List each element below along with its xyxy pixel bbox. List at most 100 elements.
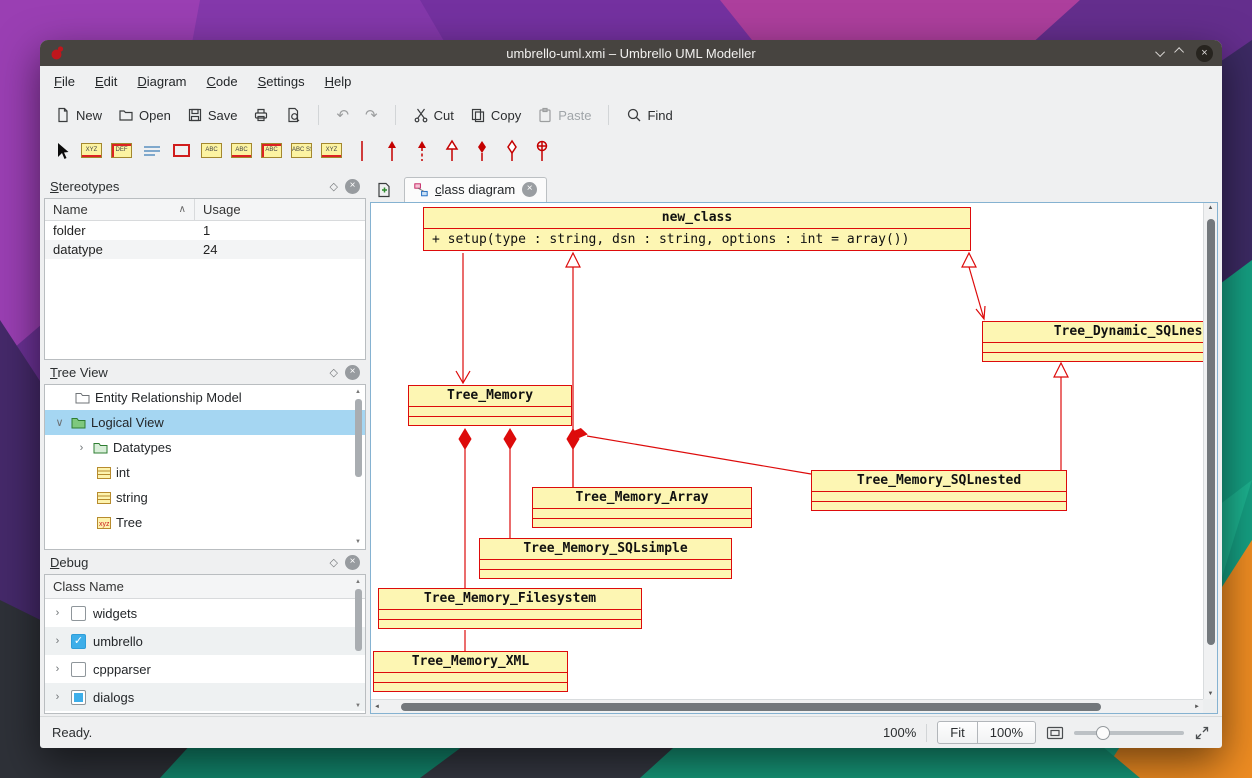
checkbox-partial[interactable]	[71, 690, 86, 705]
tree-item-entity-relationship-model[interactable]: Entity Relationship Model	[45, 385, 365, 410]
float-panel-icon[interactable]: ◇	[330, 180, 338, 193]
expand-icon[interactable]	[1194, 725, 1210, 741]
text-tool[interactable]: ABC	[200, 139, 223, 163]
tree-view-panel-header[interactable]: Tree View ◇ ×	[44, 360, 366, 384]
debug-scrollbar[interactable]: ▲ ▼	[352, 577, 364, 711]
scroll-down-icon[interactable]: ▼	[352, 537, 364, 547]
zoom-slider[interactable]	[1074, 725, 1184, 741]
scrollbar-thumb[interactable]	[401, 703, 1101, 711]
class-box-tree-memory-filesystem[interactable]: Tree_Memory_Filesystem	[378, 588, 642, 629]
class-box-tree-memory-xml[interactable]: Tree_Memory_XML	[373, 651, 568, 692]
tab-close-icon[interactable]: ×	[522, 182, 537, 197]
class-box-tree-memory[interactable]: Tree_Memory	[408, 385, 572, 426]
copy-button[interactable]: Copy	[463, 103, 528, 127]
save-button[interactable]: Save	[180, 103, 245, 127]
open-button[interactable]: Open	[111, 103, 178, 127]
menu-code[interactable]: Code	[199, 71, 246, 94]
debug-item-widgets[interactable]: › widgets	[45, 599, 365, 627]
class-tool[interactable]: XYZ	[80, 139, 103, 163]
class-box-new-class[interactable]: new_class + setup(type : string, dsn : s…	[423, 207, 971, 251]
new-tab-button[interactable]	[372, 178, 396, 201]
table-row[interactable]: folder 1	[45, 221, 365, 240]
class-box-tree-memory-sqlnested[interactable]: Tree_Memory_SQLnested	[811, 470, 1067, 511]
fit-page-icon[interactable]	[1046, 725, 1064, 741]
aggregation-tool[interactable]	[500, 139, 523, 163]
scroll-up-icon[interactable]: ▲	[352, 577, 364, 587]
tree-item-logical-view[interactable]: ∨ Logical View	[45, 410, 365, 435]
class-box-tree-memory-sqlsimple[interactable]: Tree_Memory_SQLsimple	[479, 538, 732, 579]
find-button[interactable]: Find	[619, 103, 679, 127]
object-tool[interactable]: DEF	[110, 139, 133, 163]
tab-class-diagram[interactable]: class diagram ×	[404, 177, 547, 202]
fit-button[interactable]: Fit	[937, 721, 977, 744]
expander-closed-icon[interactable]: ›	[51, 635, 64, 647]
menu-file[interactable]: File	[46, 71, 83, 94]
tree-item-tree[interactable]: xyz Tree	[45, 510, 365, 535]
debug-panel-header[interactable]: Debug ◇ ×	[44, 550, 366, 574]
menu-diagram[interactable]: Diagram	[129, 71, 194, 94]
scrollbar-thumb[interactable]	[355, 589, 362, 651]
table-row[interactable]: datatype 24	[45, 240, 365, 259]
column-header-name[interactable]: Name ∧	[45, 199, 195, 220]
generalization-tool[interactable]	[440, 139, 463, 163]
app-icon[interactable]	[49, 45, 65, 61]
print-preview-button[interactable]	[278, 103, 308, 127]
class-box-tree-memory-array[interactable]: Tree_Memory_Array	[532, 487, 752, 528]
tree-item-string[interactable]: string	[45, 485, 365, 510]
datatype-tool[interactable]: ABC	[260, 139, 283, 163]
slider-track[interactable]	[1074, 731, 1184, 735]
expander-closed-icon[interactable]: ›	[51, 607, 64, 619]
scroll-left-icon[interactable]: ◄	[374, 704, 380, 710]
print-button[interactable]	[246, 103, 276, 127]
zoom-100-button[interactable]: 100%	[978, 721, 1036, 744]
expander-closed-icon[interactable]: ›	[51, 663, 64, 675]
checkbox-checked[interactable]: ✓	[71, 634, 86, 649]
scrollbar-thumb[interactable]	[1207, 219, 1215, 645]
checkbox-unchecked[interactable]	[71, 606, 86, 621]
stereotypes-panel-header[interactable]: Stereotypes ◇ ×	[44, 174, 366, 198]
containment-tool[interactable]	[530, 139, 553, 163]
debug-item-dialogs[interactable]: › dialogs	[45, 683, 365, 711]
tree-item-int[interactable]: int	[45, 460, 365, 485]
scroll-down-icon[interactable]: ▼	[1204, 691, 1217, 697]
select-tool[interactable]	[50, 139, 73, 163]
expander-open-icon[interactable]: ∨	[53, 416, 66, 429]
checkbox-unchecked[interactable]	[71, 662, 86, 677]
directed-association-tool[interactable]	[380, 139, 403, 163]
entity-tool[interactable]: XYZ	[320, 139, 343, 163]
dependency-tool[interactable]	[410, 139, 433, 163]
float-panel-icon[interactable]: ◇	[330, 556, 338, 569]
column-header-usage[interactable]: Usage	[195, 199, 365, 220]
shade-button[interactable]	[1158, 44, 1165, 62]
class-box-tree-dynamic-sqlnest[interactable]: Tree_Dynamic_SQLnest	[982, 321, 1203, 362]
scroll-up-icon[interactable]: ▲	[1204, 205, 1217, 211]
interface-tool[interactable]: ABC	[230, 139, 253, 163]
cut-button[interactable]: Cut	[406, 103, 461, 127]
tree-scrollbar[interactable]: ▲ ▼	[352, 387, 364, 547]
enum-tool[interactable]: ABC SSN	[290, 139, 313, 163]
window-close-button[interactable]: ×	[1196, 45, 1213, 62]
float-panel-icon[interactable]: ◇	[330, 366, 338, 379]
scroll-up-icon[interactable]: ▲	[352, 387, 364, 397]
debug-item-cppparser[interactable]: › cppparser	[45, 655, 365, 683]
menu-help[interactable]: Help	[317, 71, 360, 94]
association-tool[interactable]	[350, 139, 373, 163]
composition-tool[interactable]	[470, 139, 493, 163]
new-button[interactable]: New	[48, 103, 109, 127]
close-panel-icon[interactable]: ×	[345, 179, 360, 194]
scroll-right-icon[interactable]: ►	[1194, 704, 1200, 710]
note-tool[interactable]	[140, 139, 163, 163]
vertical-scrollbar[interactable]: ▲ ▼	[1203, 203, 1217, 699]
titlebar[interactable]: umbrello-uml.xmi – Umbrello UML Modeller…	[40, 40, 1222, 66]
scrollbar-thumb[interactable]	[355, 399, 362, 477]
box-tool[interactable]	[170, 139, 193, 163]
diagram-canvas[interactable]: new_class + setup(type : string, dsn : s…	[371, 203, 1203, 699]
scroll-down-icon[interactable]: ▼	[352, 701, 364, 711]
expander-closed-icon[interactable]: ›	[75, 442, 88, 454]
slider-handle[interactable]	[1096, 726, 1110, 740]
horizontal-scrollbar[interactable]: ◄ ►	[371, 699, 1203, 713]
close-panel-icon[interactable]: ×	[345, 555, 360, 570]
debug-column-header[interactable]: Class Name	[45, 575, 365, 599]
maximize-button[interactable]	[1177, 44, 1184, 62]
close-panel-icon[interactable]: ×	[345, 365, 360, 380]
